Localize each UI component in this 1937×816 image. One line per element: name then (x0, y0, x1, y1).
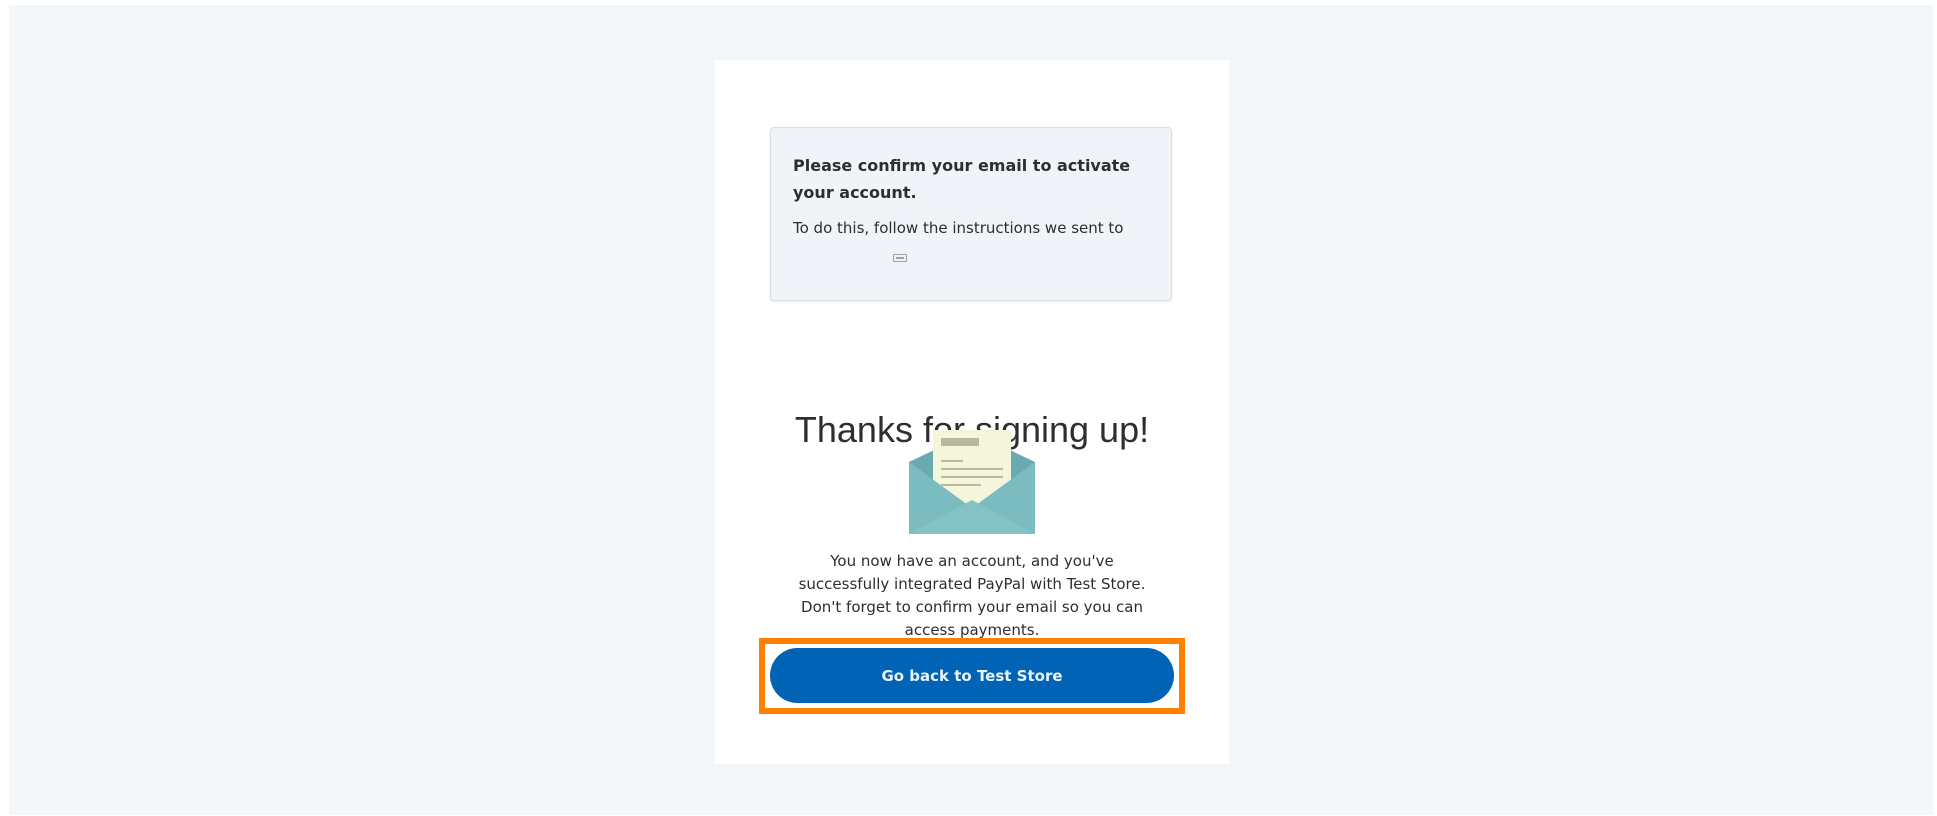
letter-line (941, 484, 981, 486)
letter-header-line (941, 438, 979, 446)
open-envelope-icon (909, 430, 1035, 534)
email-icon (893, 254, 907, 262)
notice-body: To do this, follow the instructions we s… (793, 219, 1124, 237)
letter-line (941, 468, 1003, 470)
go-back-to-store-button[interactable]: Go back to Test Store (770, 648, 1174, 703)
notice-title: Please confirm your email to activate yo… (793, 156, 1131, 202)
letter-line (941, 460, 963, 462)
email-confirmation-notice: Please confirm your email to activate yo… (770, 127, 1172, 301)
success-message: You now have an account, and you've succ… (798, 552, 1146, 639)
letter-line (941, 476, 1003, 478)
